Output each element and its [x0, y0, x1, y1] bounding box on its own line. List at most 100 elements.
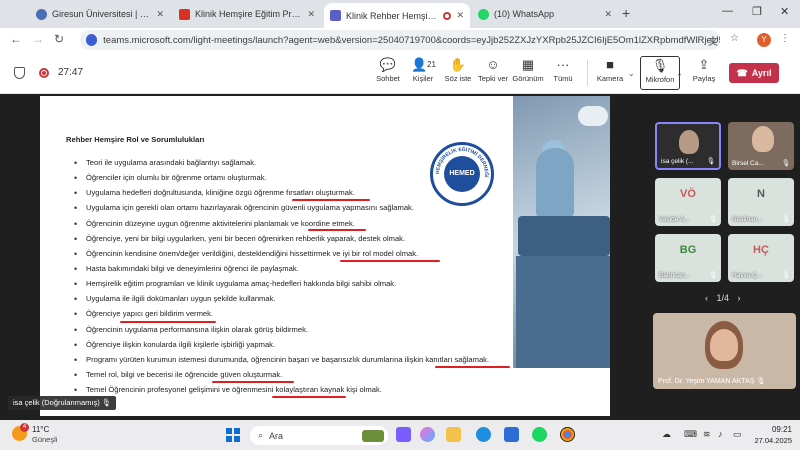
- file-explorer-icon[interactable]: [446, 427, 461, 442]
- close-tab-icon[interactable]: ✕: [456, 10, 464, 21]
- close-tab-icon[interactable]: ✕: [307, 9, 315, 20]
- participant-tile[interactable]: VÖ Vacide A... 🎙: [655, 178, 721, 226]
- share-button[interactable]: ⇪ Paylaş: [684, 56, 724, 83]
- self-name-tag: isa çelik (Doğrulanmamış) 🎙: [8, 396, 117, 410]
- ink-underline: [272, 396, 346, 398]
- search-placeholder: Ara: [269, 430, 284, 441]
- clock-time[interactable]: 09:21: [758, 425, 792, 434]
- camera-button[interactable]: ■ Kamera: [590, 56, 630, 83]
- chevron-down-icon[interactable]: ⌄: [676, 69, 683, 78]
- chevron-left-icon[interactable]: ‹: [705, 293, 708, 303]
- participant-name: Vacide A...: [659, 216, 690, 223]
- participant-tile[interactable]: isa çelik (... 🎙: [655, 122, 721, 170]
- restore-icon[interactable]: ❐: [752, 5, 762, 18]
- recording-icon: [39, 68, 49, 78]
- network-icon[interactable]: ☁: [662, 429, 671, 440]
- view-button[interactable]: ▦ Görünüm: [508, 56, 548, 83]
- store-icon[interactable]: [504, 427, 519, 442]
- leave-button[interactable]: ☎ Ayrıl: [729, 63, 779, 83]
- back-icon[interactable]: ←: [10, 32, 22, 46]
- slide-bullet: Teori ile uygulama arasındaki bağlantıyı…: [74, 158, 564, 173]
- participant-tile[interactable]: N Neslihan... 🎙: [728, 178, 794, 226]
- browser-tab[interactable]: (10) WhatsApp ✕: [472, 3, 618, 25]
- search-highlight-icon: [362, 429, 384, 442]
- wifi-icon[interactable]: ≋: [703, 429, 711, 440]
- participant-name: isa çelik (...: [661, 158, 694, 165]
- taskbar-search[interactable]: ⌕ Ara: [250, 426, 388, 445]
- participant-initials: BG: [679, 244, 697, 256]
- profile-avatar[interactable]: Y: [757, 33, 771, 47]
- browser-tab-active[interactable]: Klinik Rehber Hemşire Eğiti ✕: [324, 3, 470, 28]
- spotify-icon[interactable]: [532, 427, 547, 442]
- url-text: teams.microsoft.com/light-meetings/launc…: [103, 34, 720, 46]
- more-icon: ···: [556, 57, 570, 72]
- tool-label: Söz iste: [444, 74, 472, 83]
- site-info-icon[interactable]: [86, 34, 98, 46]
- speaker-video-tile[interactable]: Prof. Dr. Yeşim YAMAN AKTAŞ 🎙: [653, 313, 796, 389]
- volume-icon[interactable]: ♪: [718, 429, 723, 439]
- search-icon: ⌕: [258, 430, 264, 440]
- participant-tile[interactable]: HÇ Havva Ç... 🎙: [728, 234, 794, 282]
- keyboard-icon[interactable]: ⌨: [684, 429, 697, 440]
- slide-bullet: Hasta bakımındaki bilgi ve deneyimlerini…: [74, 264, 564, 279]
- copilot-icon[interactable]: [420, 427, 435, 442]
- participant-tile[interactable]: BG Bahrican... 🎙: [655, 234, 721, 282]
- mic-off-icon: 🎙: [781, 160, 790, 167]
- people-button[interactable]: 👤 21 Kişiler: [403, 56, 443, 83]
- chat-button[interactable]: 💬 Sohbet: [368, 56, 408, 83]
- browser-menu-icon[interactable]: ⋮: [780, 33, 790, 44]
- edge-icon[interactable]: [476, 427, 491, 442]
- more-button[interactable]: ··· Tümü: [543, 56, 583, 83]
- minimize-icon[interactable]: —: [722, 5, 733, 17]
- close-tab-icon[interactable]: ✕: [156, 9, 164, 20]
- shared-slide: HEMŞİRELİK EĞİTİMİ DERNEĞİ HEMED Rehber …: [40, 96, 610, 416]
- raise-hand-button[interactable]: ✋ Söz iste: [438, 56, 478, 83]
- start-button[interactable]: [226, 428, 240, 442]
- chevron-down-icon[interactable]: ⌄: [628, 69, 635, 78]
- mic-off-icon: 🎙: [708, 272, 717, 279]
- close-window-icon[interactable]: ✕: [780, 5, 789, 18]
- shield-icon[interactable]: [14, 67, 25, 79]
- tool-label: Kişiler: [412, 74, 434, 83]
- slide-bullet: Uygulama hedefleri doğrultusunda, kliniğ…: [74, 188, 564, 203]
- weather-temperature[interactable]: 11°C: [32, 425, 49, 434]
- tool-label: Sohbet: [376, 74, 400, 83]
- tab-title: Klinik Hemşire Eğitim Programı: [195, 9, 302, 19]
- chevron-right-icon[interactable]: ›: [738, 293, 741, 303]
- address-bar[interactable]: teams.microsoft.com/light-meetings/launc…: [80, 30, 720, 50]
- react-button[interactable]: ☺ Tepki ver: [473, 56, 513, 83]
- ink-underline: [340, 260, 440, 262]
- reload-icon[interactable]: ↻: [54, 32, 64, 46]
- browser-tab[interactable]: Klinik Hemşire Eğitim Programı ✕: [173, 3, 321, 25]
- ink-underline: [292, 199, 370, 201]
- weather-condition[interactable]: Güneşli: [32, 435, 57, 444]
- mic-icon: 🎙: [756, 378, 766, 385]
- battery-icon[interactable]: ▭: [733, 429, 742, 440]
- forward-icon[interactable]: →: [32, 32, 44, 46]
- close-tab-icon[interactable]: ✕: [604, 9, 612, 20]
- hangup-icon: ☎: [736, 67, 748, 78]
- tool-label: Tümü: [553, 74, 573, 83]
- chrome-icon[interactable]: [560, 427, 575, 442]
- translate-icon[interactable]: 文: [708, 33, 718, 48]
- slide-title: Rehber Hemşire Rol ve Sorumlulukları: [66, 135, 205, 144]
- participant-tile[interactable]: Birsel Ca... 🎙: [728, 122, 794, 170]
- people-icon: 👤: [411, 57, 428, 72]
- taskview-icon[interactable]: [396, 427, 411, 442]
- browser-toolbar: ← → ↻ teams.microsoft.com/light-meetings…: [0, 28, 800, 52]
- chat-icon: 💬: [379, 57, 397, 72]
- recording-tab-icon: [443, 11, 452, 20]
- microphone-button[interactable]: 🎙 Mikrofon: [640, 56, 680, 90]
- browser-tab[interactable]: Giresun Üniversitesi | Kuzeyin Hi ✕: [30, 3, 170, 25]
- participant-name: Birsel Ca...: [732, 160, 764, 167]
- bookmark-star-icon[interactable]: ☆: [730, 33, 739, 44]
- participant-name: Bahrican...: [659, 272, 691, 279]
- tool-label: Kamera: [596, 74, 624, 83]
- participant-initials: VÖ: [680, 188, 696, 200]
- new-tab-button[interactable]: +: [622, 5, 630, 21]
- ink-underline: [435, 366, 510, 368]
- clock-date[interactable]: 27.04.2025: [744, 436, 792, 445]
- ink-underline: [308, 229, 366, 231]
- mic-off-icon: 🎙: [651, 58, 669, 73]
- participant-count: 21: [427, 60, 436, 69]
